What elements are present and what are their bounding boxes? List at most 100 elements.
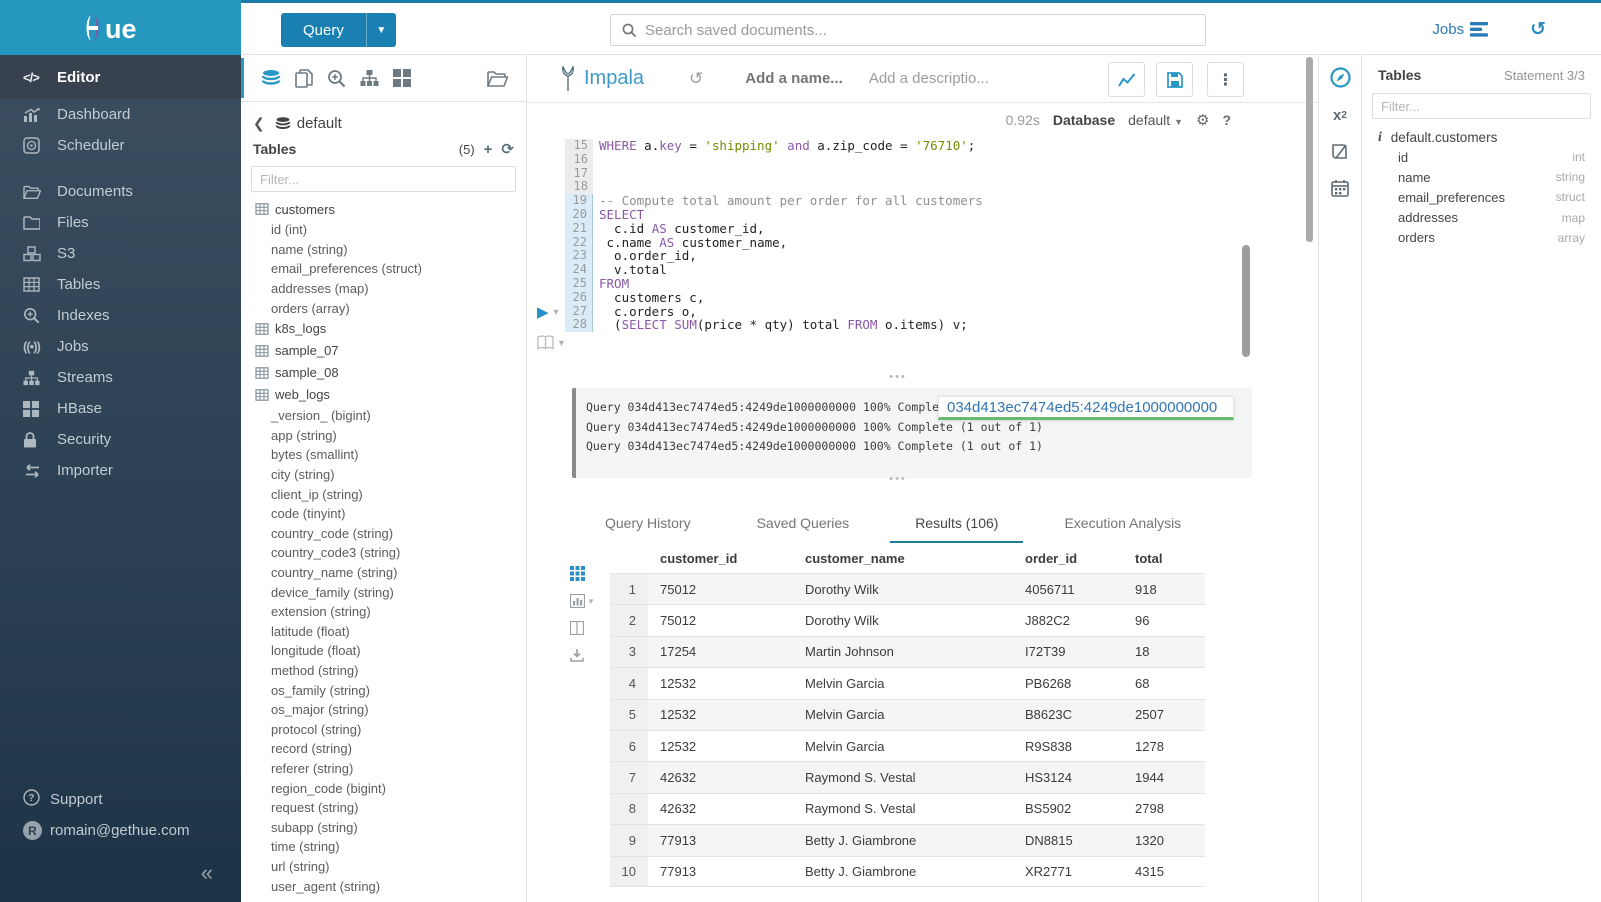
tab-execution-analysis[interactable]: Execution Analysis [1031, 505, 1214, 543]
tables-filter-input[interactable] [251, 166, 516, 192]
sidebar-item-dashboard[interactable]: Dashboard [0, 99, 241, 130]
column-item[interactable]: subapp (string) [241, 817, 526, 837]
column-item[interactable]: request (string) [241, 798, 526, 818]
column-item[interactable]: os_major (string) [241, 700, 526, 720]
column-item[interactable]: extension (string) [241, 602, 526, 622]
log-resize-handle[interactable]: ••• [885, 373, 911, 381]
sidebar-item-s3[interactable]: S3 [0, 238, 241, 269]
hue-logo[interactable]: ue [0, 0, 241, 55]
sidebar-item-hbase[interactable]: HBase [0, 393, 241, 424]
column-item[interactable]: name (string) [241, 240, 526, 260]
column-item[interactable]: city (string) [241, 465, 526, 485]
column-item[interactable]: region_code (bigint) [241, 778, 526, 798]
collapse-sidebar-button[interactable]: « [0, 846, 241, 902]
zoom-search-icon[interactable] [327, 69, 346, 88]
column-header-customer_name[interactable]: customer_name [793, 551, 1013, 566]
column-item[interactable]: country_code3 (string) [241, 543, 526, 563]
documents-copy-icon[interactable] [295, 69, 313, 88]
database-name[interactable]: default [297, 115, 342, 132]
download-icon[interactable] [570, 648, 598, 662]
table-item-sample_08[interactable]: sample_08 [241, 362, 526, 384]
column-item[interactable]: url (string) [241, 857, 526, 877]
column-header-customer_id[interactable]: customer_id [648, 551, 793, 566]
sidebar-item-support[interactable]: ? Support [0, 784, 241, 815]
sql-code-editor[interactable]: 15WHERE a.key = 'shipping' and a.zip_cod… [565, 139, 983, 332]
column-item[interactable]: device_family (string) [241, 582, 526, 602]
column-item[interactable]: orders (array) [241, 298, 526, 318]
column-item[interactable]: bytes (smallint) [241, 445, 526, 465]
tab-query-history[interactable]: Query History [572, 505, 724, 543]
active-table-row[interactable]: i default.customers [1378, 127, 1601, 147]
open-folder-icon[interactable] [487, 69, 508, 88]
snippet-history-icon[interactable]: ↺ [689, 69, 703, 89]
tab-saved-queries[interactable]: Saved Queries [724, 505, 883, 543]
column-item[interactable]: record (string) [241, 739, 526, 759]
columns-view-icon[interactable] [570, 621, 598, 635]
right-column-name[interactable]: namestring [1398, 167, 1585, 187]
query-dropdown-caret[interactable]: ▼ [366, 13, 396, 47]
data-compass-icon[interactable] [1330, 67, 1351, 88]
apps-grid-icon[interactable] [393, 69, 411, 87]
sidebar-item-editor[interactable]: </>Editor [0, 55, 241, 99]
databases-icon[interactable] [261, 69, 281, 88]
add-table-icon[interactable]: + [484, 141, 493, 158]
query-name-field[interactable]: Add a name... [745, 70, 843, 87]
query-button[interactable]: Query ▼ [281, 13, 396, 47]
column-item[interactable]: country_name (string) [241, 563, 526, 583]
column-header-order_id[interactable]: order_id [1013, 551, 1123, 566]
editor-scrollbar[interactable] [1242, 245, 1250, 357]
sidebar-item-streams[interactable]: Streams [0, 362, 241, 393]
results-resize-handle[interactable]: ••• [885, 475, 911, 483]
sidebar-item-user[interactable]: R romain@gethue.com [0, 815, 241, 846]
documentation-book-icon[interactable]: ▼ [537, 335, 567, 350]
jobs-link[interactable]: Jobs [1432, 21, 1488, 38]
sidebar-item-indexes[interactable]: Indexes [0, 300, 241, 331]
query-history-icon[interactable]: ↺ [1530, 18, 1546, 41]
language-reference-icon[interactable] [1331, 143, 1350, 160]
functions-icon[interactable]: x2 [1333, 107, 1347, 124]
settings-gear-icon[interactable]: ⚙ [1196, 111, 1209, 129]
column-item[interactable]: referer (string) [241, 759, 526, 779]
column-item[interactable]: protocol (string) [241, 719, 526, 739]
sidebar-item-importer[interactable]: Importer [0, 455, 241, 486]
search-input[interactable] [645, 22, 1205, 39]
save-button[interactable] [1156, 62, 1193, 97]
column-item[interactable]: user_agent (string) [241, 876, 526, 896]
right-column-addresses[interactable]: addressesmap [1398, 208, 1585, 228]
query-description-field[interactable]: Add a descriptio... [869, 70, 989, 87]
column-item[interactable]: email_preferences (struct) [241, 259, 526, 279]
chart-view-icon[interactable]: ▼ [570, 594, 598, 608]
database-dropdown[interactable]: default ▼ [1128, 112, 1183, 128]
right-column-email_preferences[interactable]: email_preferencesstruct [1398, 187, 1585, 207]
column-item[interactable]: addresses (map) [241, 279, 526, 299]
column-item[interactable]: time (string) [241, 837, 526, 857]
grid-view-icon[interactable] [570, 566, 598, 581]
column-item[interactable]: client_ip (string) [241, 484, 526, 504]
calendar-icon[interactable] [1331, 179, 1349, 197]
table-item-sample_07[interactable]: sample_07 [241, 340, 526, 362]
sidebar-item-documents[interactable]: Documents [0, 176, 241, 207]
tab-results-106-[interactable]: Results (106) [882, 505, 1031, 543]
sidebar-item-jobs[interactable]: ((•))Jobs [0, 331, 241, 362]
column-item[interactable]: app (string) [241, 426, 526, 446]
column-header-total[interactable]: total [1123, 551, 1205, 566]
table-item-k8s_logs[interactable]: k8s_logs [241, 318, 526, 340]
sidebar-item-scheduler[interactable]: Scheduler [0, 130, 241, 161]
table-item-customers[interactable]: customers [241, 198, 526, 220]
right-column-orders[interactable]: ordersarray [1398, 228, 1585, 248]
main-scrollbar[interactable] [1306, 57, 1313, 242]
column-item[interactable]: method (string) [241, 661, 526, 681]
query-button-label[interactable]: Query [281, 13, 366, 47]
column-item[interactable]: country_code (string) [241, 524, 526, 544]
chart-button[interactable] [1108, 62, 1145, 97]
column-item[interactable]: id (int) [241, 220, 526, 240]
execute-button[interactable]: ▶▼ [537, 303, 567, 321]
sitemap-icon[interactable] [360, 69, 379, 87]
column-item[interactable]: latitude (float) [241, 622, 526, 642]
back-chevron-icon[interactable]: ❮ [253, 115, 265, 132]
right-filter-input[interactable] [1372, 93, 1591, 119]
engine-selector[interactable]: Impala [560, 66, 644, 92]
refresh-icon[interactable]: ⟳ [501, 140, 514, 158]
right-column-id[interactable]: idint [1398, 147, 1585, 167]
column-item[interactable]: longitude (float) [241, 641, 526, 661]
